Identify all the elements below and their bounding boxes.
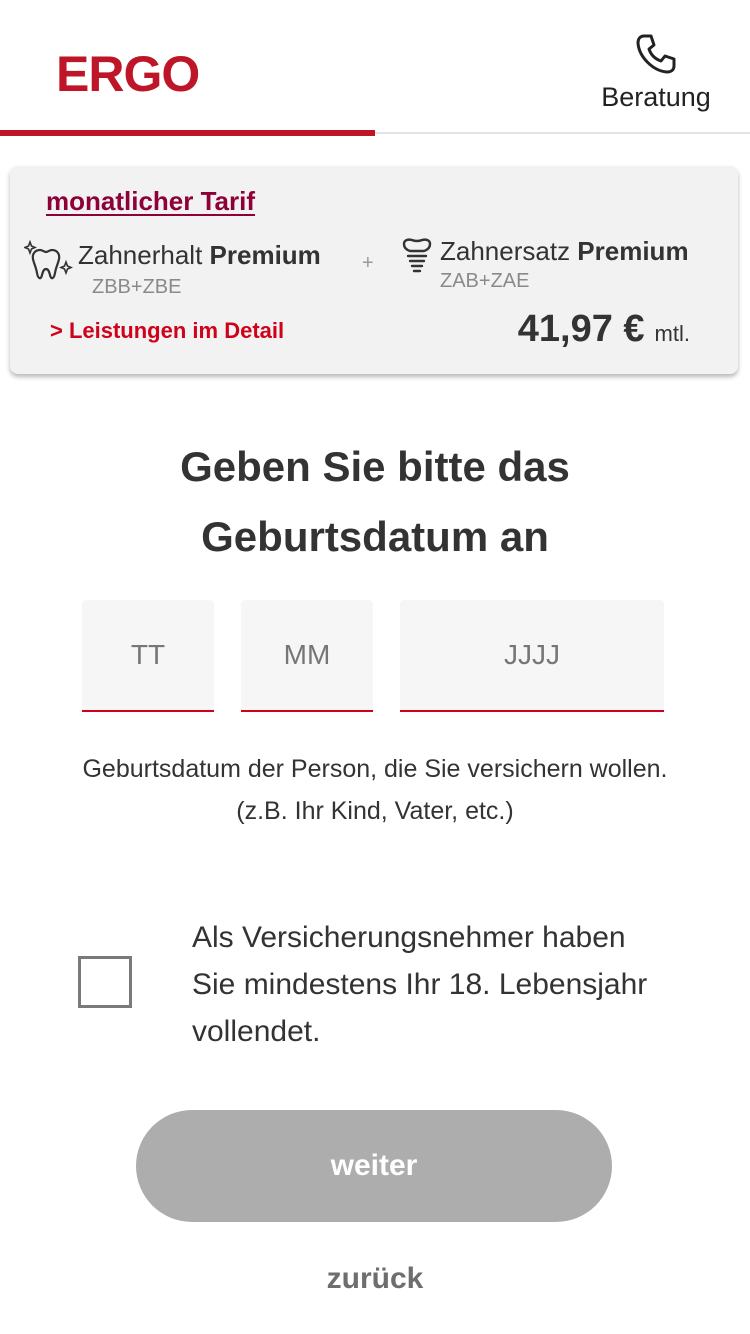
- price: 41,97 € mtl.: [518, 308, 690, 351]
- dental-implant-icon: [398, 236, 436, 285]
- plus-sign: +: [362, 252, 374, 274]
- back-button[interactable]: zurück: [275, 1254, 475, 1304]
- birthdate-hint: Geburtsdatum der Person, die Sie versich…: [82, 755, 668, 825]
- age-confirmation-checkbox[interactable]: [78, 956, 132, 1008]
- progress-bar: [0, 130, 750, 136]
- monthly-tariff-link[interactable]: monatlicher Tarif: [46, 186, 255, 217]
- birth-day-input[interactable]: [82, 600, 214, 712]
- price-unit: mtl.: [654, 321, 690, 346]
- tariff-summary-card: monatlicher Tarif Zahnerhalt Premium ZBB…: [10, 166, 738, 374]
- progress-bar-fill: [0, 130, 375, 136]
- next-button[interactable]: weiter: [136, 1110, 612, 1222]
- birth-year-input[interactable]: [400, 600, 664, 712]
- consultation-button[interactable]: Beratung: [594, 32, 718, 122]
- phone-icon: [594, 32, 718, 76]
- ergo-logo[interactable]: ERGO: [56, 48, 200, 100]
- product-name: Zahnerhalt Premium: [78, 240, 321, 270]
- product-name: Zahnersatz Premium: [440, 236, 689, 266]
- tooth-sparkle-icon: [22, 239, 74, 289]
- price-value: 41,97 €: [517, 308, 645, 350]
- header: ERGO Beratung: [0, 0, 750, 136]
- page-title: Geben Sie bitte das Geburtsdatum an: [180, 443, 570, 560]
- age-confirmation-label[interactable]: Als Versicherungsnehmer haben Sie mindes…: [192, 914, 672, 1055]
- product-code: ZAB+ZAE: [440, 270, 530, 292]
- consultation-label: Beratung: [601, 82, 711, 112]
- birth-month-input[interactable]: [241, 600, 373, 712]
- product-code: ZBB+ZBE: [92, 276, 182, 298]
- details-link[interactable]: > Leistungen im Detail: [50, 318, 284, 344]
